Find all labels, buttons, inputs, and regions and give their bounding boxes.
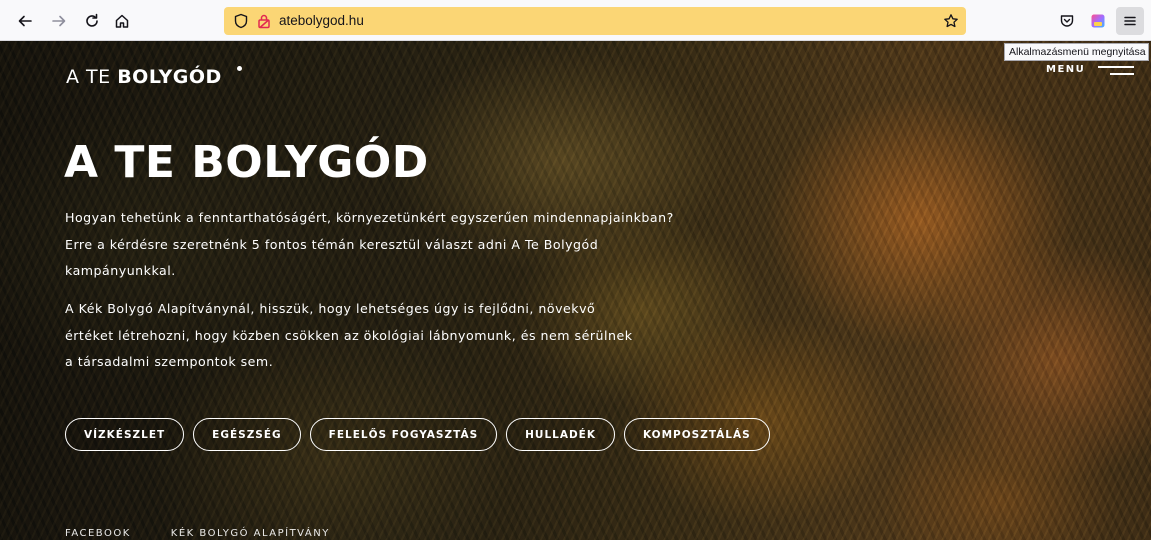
back-button[interactable] (11, 7, 39, 35)
shield-icon[interactable] (233, 13, 249, 29)
kek-bolygo-link[interactable]: KÉK BOLYGÓ ALAPÍTVÁNY (171, 528, 330, 539)
arrow-left-icon (18, 15, 32, 27)
topic-tags: VÍZKÉSZLET EGÉSZSÉG FELELŐS FOGYASZTÁS H… (65, 418, 770, 451)
extension-icon (1091, 14, 1105, 28)
tag-komposztalas[interactable]: KOMPOSZTÁLÁS (624, 418, 770, 451)
hamburger-icon (1124, 16, 1136, 26)
logo-dot (237, 66, 242, 71)
star-icon[interactable] (943, 13, 959, 29)
site-logo[interactable]: A TE BOLYGÓD (66, 66, 222, 88)
page-title: A TE BOLYGÓD (64, 137, 429, 188)
reload-button[interactable] (78, 7, 106, 35)
extension-button[interactable] (1084, 7, 1112, 35)
pocket-button[interactable] (1053, 7, 1081, 35)
home-icon (115, 14, 129, 28)
hero-section: A TE BOLYGÓD MENU A TE BOLYGÓD Hogyan te… (0, 41, 1151, 540)
pocket-icon (1060, 15, 1074, 27)
site-menu-hamburger-icon[interactable] (1098, 66, 1134, 78)
tag-hulladek[interactable]: HULLADÉK (506, 418, 615, 451)
tag-egeszseg[interactable]: EGÉSZSÉG (193, 418, 301, 451)
app-menu-button[interactable] (1116, 7, 1144, 35)
logo-text-light: A TE (66, 66, 118, 88)
logo-text-bold: BOLYGÓD (117, 66, 222, 88)
address-bar[interactable]: atebolygod.hu (224, 7, 966, 35)
reload-icon (86, 13, 98, 27)
home-button[interactable] (108, 7, 136, 35)
app-menu-tooltip: Alkalmazásmenü megnyitása (1004, 43, 1149, 61)
lock-icon[interactable] (256, 13, 272, 29)
url-text[interactable]: atebolygod.hu (279, 13, 364, 28)
footer-links: FACEBOOK KÉK BOLYGÓ ALAPÍTVÁNY (65, 528, 330, 539)
site-menu-label[interactable]: MENU (1046, 64, 1085, 75)
tag-felelos-fogyasztas[interactable]: FELELŐS FOGYASZTÁS (309, 418, 498, 451)
intro-paragraph: Hogyan tehetünk a fenntarthatóságért, kö… (65, 210, 674, 278)
mission-paragraph: A Kék Bolygó Alapítványnál, hisszük, hog… (65, 301, 633, 369)
arrow-right-icon (52, 15, 66, 27)
browser-toolbar: atebolygod.hu (0, 0, 1151, 41)
facebook-link[interactable]: FACEBOOK (65, 528, 131, 539)
tag-vizkeszlet[interactable]: VÍZKÉSZLET (65, 418, 185, 451)
forward-button[interactable] (45, 7, 73, 35)
